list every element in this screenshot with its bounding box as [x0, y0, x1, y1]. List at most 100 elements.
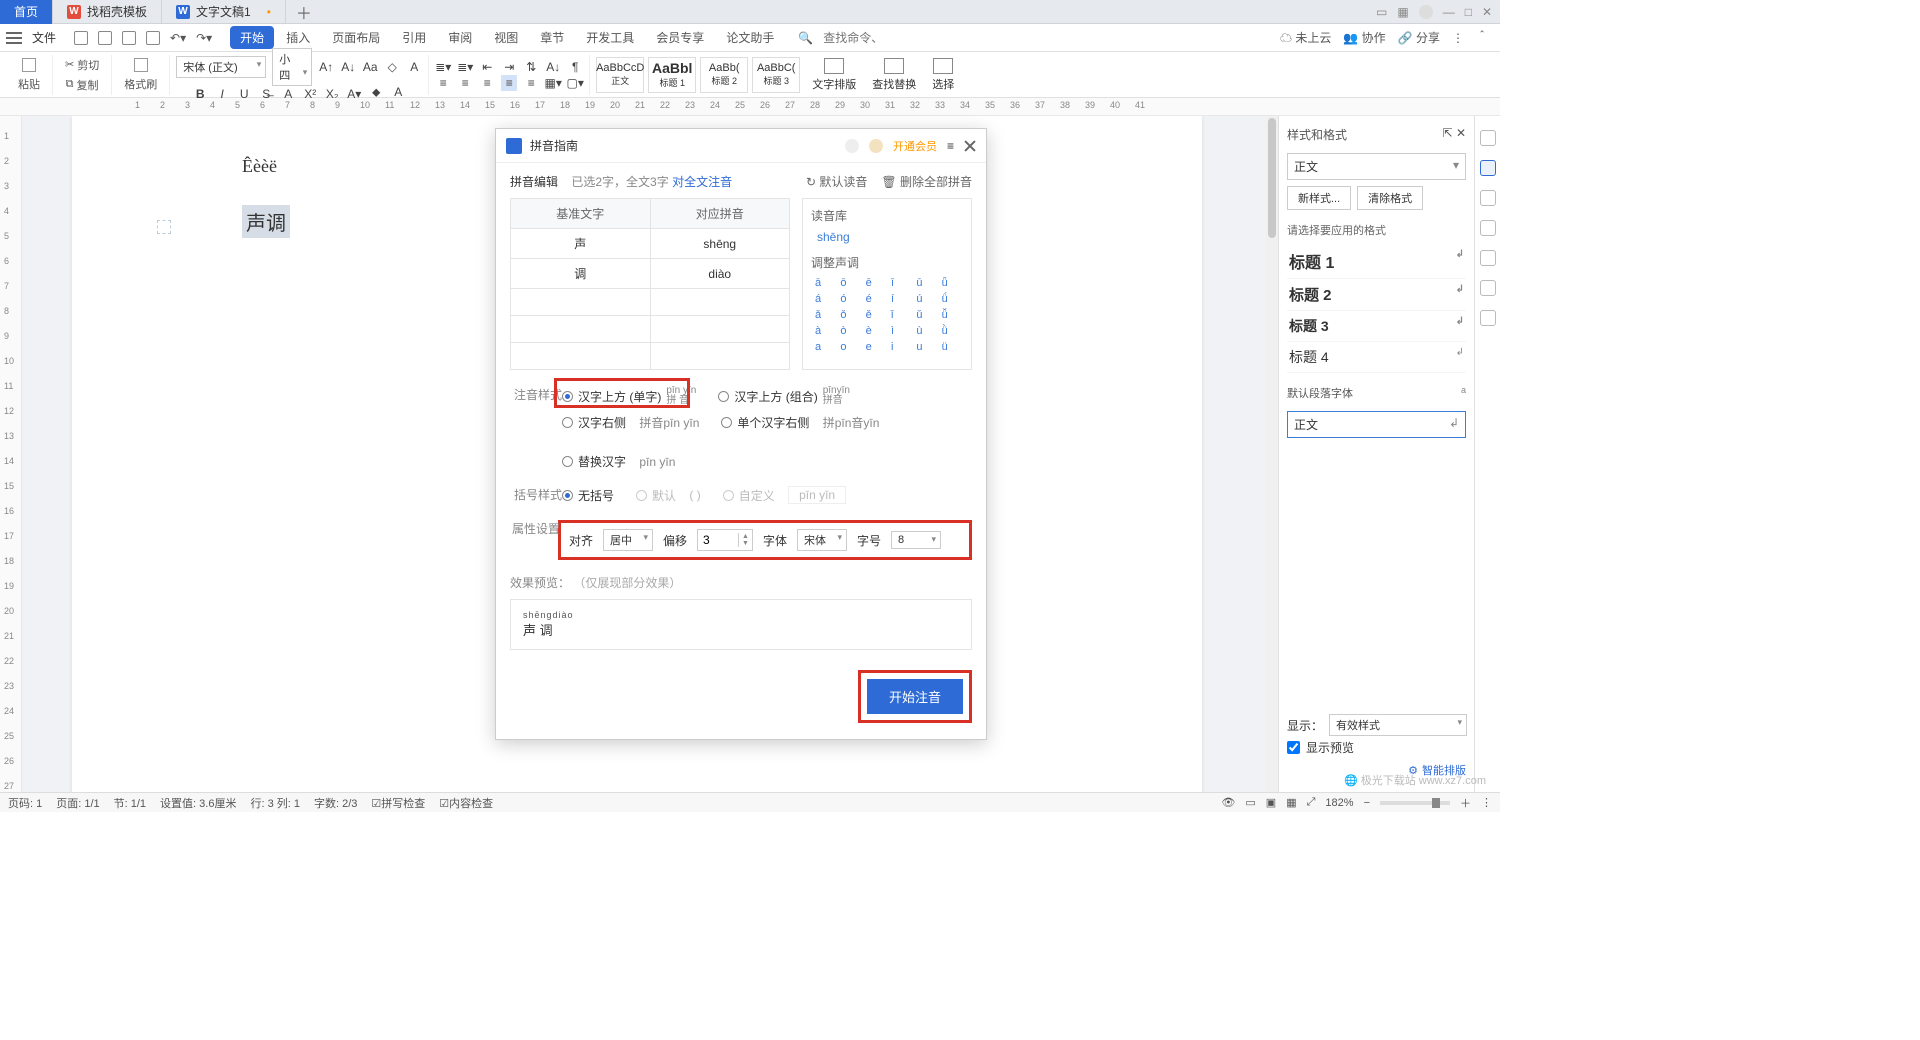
tone-cell[interactable]: ǜ	[942, 325, 959, 337]
tone-cell[interactable]: e	[866, 341, 883, 353]
scrollbar-vertical[interactable]	[1266, 116, 1278, 792]
status-page[interactable]: 页码: 1	[8, 795, 42, 811]
menu-tab-6[interactable]: 章节	[530, 26, 574, 49]
tone-cell[interactable]: à	[815, 325, 832, 337]
side-icon-5[interactable]	[1480, 250, 1496, 266]
offset-input[interactable]: ▲▼	[697, 529, 753, 551]
tone-cell[interactable]: ǔ	[916, 309, 933, 321]
style-heading-3[interactable]: 标题 3↲	[1287, 311, 1466, 342]
tone-cell[interactable]: u	[916, 341, 933, 353]
style-item[interactable]: AaBb(标题 2	[700, 57, 748, 93]
tone-cell[interactable]: í	[891, 293, 908, 305]
style-heading-2[interactable]: 标题 2↲	[1287, 279, 1466, 311]
zoom-in-icon[interactable]: ＋	[1460, 795, 1471, 811]
bracket-custom[interactable]: 自定义 pīn yīn	[723, 486, 846, 504]
bracket-default[interactable]: 默认 ( )	[636, 487, 701, 504]
text-layout-button[interactable]: 文字排版	[806, 58, 862, 92]
clear-format-button[interactable]: 清除格式	[1357, 186, 1423, 210]
tab-doc1[interactable]: W文字文稿1•	[162, 0, 286, 24]
menu-tab-2[interactable]: 页面布局	[322, 26, 390, 49]
default-para-font[interactable]: 默认段落字体	[1287, 385, 1353, 401]
refresh-icon[interactable]	[146, 31, 160, 45]
tone-cell[interactable]: è	[866, 325, 883, 337]
status-contentcheck[interactable]: ☑内容检查	[439, 795, 493, 811]
view-eye-icon[interactable]: 👁	[1221, 796, 1235, 809]
tone-cell[interactable]: ó	[840, 293, 857, 305]
pinyin-row[interactable]: 声shēng	[511, 229, 790, 259]
side-icon-3[interactable]	[1480, 190, 1496, 206]
show-select[interactable]: 有效样式	[1329, 714, 1467, 736]
tone-cell[interactable]: ò	[840, 325, 857, 337]
dialog-menu-icon[interactable]: ≡	[947, 139, 954, 153]
reading-value[interactable]: shēng	[811, 230, 963, 244]
side-icon-7[interactable]	[1480, 310, 1496, 326]
font-select[interactable]: 宋体	[797, 529, 847, 551]
panel-pin-icon[interactable]: ⇱	[1443, 126, 1453, 140]
sample-text-selected[interactable]: 声调	[242, 205, 290, 238]
tone-cell[interactable]: ǘ	[942, 293, 959, 305]
style-heading-1[interactable]: 标题 1↲	[1287, 244, 1466, 279]
print-preview-icon[interactable]	[98, 31, 112, 45]
style-gallery[interactable]: AaBbCcD正文AaBbl标题 1AaBb(标题 2AaBbC(标题 3	[590, 57, 806, 93]
undo-icon[interactable]: ↶▾	[170, 31, 186, 45]
status-words[interactable]: 字数: 2/3	[314, 795, 357, 811]
paste-button[interactable]	[16, 56, 42, 74]
clear-all-button[interactable]: 🗑 删除全部拼音	[881, 173, 972, 190]
menu-tab-5[interactable]: 视图	[484, 26, 528, 49]
dialog-close-icon[interactable]	[964, 140, 976, 152]
linespace-icon[interactable]: ⇅	[523, 59, 539, 75]
view-layout1-icon[interactable]: ▭	[1245, 796, 1255, 809]
style-item[interactable]: AaBbl标题 1	[648, 57, 696, 93]
pinyin-row[interactable]: 调diào	[511, 259, 790, 289]
font-family-select[interactable]: 宋体 (正文)	[176, 56, 266, 78]
pinyin-table[interactable]: 基准文字对应拼音 声shēng调diào	[510, 198, 790, 370]
window-min-icon[interactable]: —	[1443, 5, 1455, 19]
opt-each-right[interactable]: 单个汉字右侧 拼pīn音yīn	[721, 414, 879, 431]
menu-tab-4[interactable]: 审阅	[438, 26, 482, 49]
indent-icon[interactable]: ⇥	[501, 59, 517, 75]
window-max-icon[interactable]: □	[1465, 5, 1472, 19]
align-right-icon[interactable]: ≡	[479, 75, 495, 91]
char-border-icon[interactable]: A	[406, 59, 422, 75]
menu-tab-8[interactable]: 会员专享	[646, 26, 714, 49]
panel-close-icon[interactable]: ✕	[1456, 126, 1466, 140]
tone-cell[interactable]: é	[866, 293, 883, 305]
show-preview-check[interactable]	[1287, 741, 1300, 754]
side-icon-1[interactable]	[1480, 130, 1496, 146]
side-icon-6[interactable]	[1480, 280, 1496, 296]
cut-button[interactable]: ✂ 剪切	[59, 55, 105, 75]
align-center-icon[interactable]: ≡	[457, 75, 473, 91]
status-pages[interactable]: 页面: 1/1	[56, 795, 99, 811]
menu-more-icon[interactable]: ⋮	[1452, 31, 1464, 45]
hamburger-icon[interactable]	[6, 32, 22, 44]
format-painter[interactable]	[128, 56, 154, 74]
tone-cell[interactable]: ě	[866, 309, 883, 321]
tone-cell[interactable]: ú	[916, 293, 933, 305]
body-style-current[interactable]: 正文	[1287, 411, 1466, 438]
menu-tab-0[interactable]: 开始	[230, 26, 274, 49]
tab-add[interactable]: ＋	[286, 0, 322, 24]
tone-cell[interactable]: ǚ	[942, 309, 959, 321]
menu-file[interactable]: 文件	[24, 29, 64, 46]
zoom-value[interactable]: 182%	[1325, 797, 1353, 809]
current-style-select[interactable]: 正文	[1287, 153, 1466, 180]
style-item[interactable]: AaBbCcD正文	[596, 57, 644, 93]
tone-grid[interactable]: āōēīūǖáóéíúǘǎǒěǐǔǚàòèìùǜaoeiuü	[811, 277, 963, 353]
default-reading-button[interactable]: ↻ 默认读音	[806, 173, 867, 190]
menu-chevron-icon[interactable]: ＾	[1476, 29, 1488, 46]
opt-right[interactable]: 汉字右侧 拼音pīn yīn	[562, 414, 699, 431]
zoom-out-icon[interactable]: −	[1364, 797, 1370, 809]
align-justify-icon[interactable]: ≡	[501, 75, 517, 91]
opt-above-group[interactable]: 汉字上方 (组合) pīnyīn拼音	[718, 386, 850, 406]
vip-link[interactable]: 开通会员	[893, 138, 937, 154]
new-style-button[interactable]: 新样式...	[1287, 186, 1351, 210]
tone-cell[interactable]: ü	[942, 341, 959, 353]
tone-cell[interactable]: ǎ	[815, 309, 832, 321]
change-case-icon[interactable]: Aa	[362, 59, 378, 75]
collab-button[interactable]: 👥 协作	[1343, 29, 1385, 46]
align-left-icon[interactable]: ≡	[435, 75, 451, 91]
start-annotate-button[interactable]: 开始注音	[867, 679, 963, 714]
tone-cell[interactable]: i	[891, 341, 908, 353]
align-select[interactable]: 居中	[603, 529, 653, 551]
full-text-link[interactable]: 对全文注音	[672, 175, 732, 189]
